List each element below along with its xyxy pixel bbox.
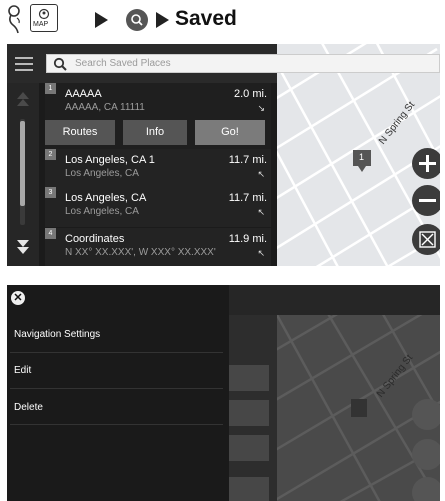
search-icon [53,57,67,71]
options-menu: ✕ Navigation Settings Edit Delete [7,285,229,501]
divider [10,352,223,353]
dimmed-button [229,365,269,391]
direction-arrow-icon: ↖ [257,207,265,217]
list-item[interactable]: 4 Coordinates N XX° XX.XXX', W XXX° XX.X… [45,228,271,266]
zoom-in-button [412,399,440,430]
list-item[interactable]: 3 Los Angeles, CA Los Angeles, CA 11.7 m… [45,187,271,227]
dimmed-top-bar [229,285,440,315]
scroll-down-icon[interactable] [16,238,30,256]
voice-command-icon [8,5,20,34]
options-menu-screen: N Spring St ✕ Navigation Settings Edit D… [7,285,440,501]
search-input[interactable]: Search Saved Places [46,54,440,73]
map-view[interactable]: N Spring St 1 [277,44,440,266]
expand-icon [419,231,436,248]
zoom-out-button [412,439,440,470]
dimmed-button [229,400,269,426]
map-pin-icon[interactable]: 1 [353,150,371,172]
map-pin-label: 1 [359,152,365,162]
dimmed-map: N Spring St [277,315,440,501]
zoom-in-button[interactable] [412,148,440,179]
go-button[interactable]: Go! [195,120,265,145]
breadcrumb: MAP Saved [0,0,445,44]
scrollbar-thumb[interactable] [20,121,25,206]
place-name: Los Angeles, CA 1 [65,154,155,166]
menu-icon[interactable] [7,44,39,83]
place-distance: 11.9 mi. [228,233,267,245]
place-distance: 11.7 mi. [228,192,267,204]
close-button[interactable]: ✕ [11,291,25,305]
divider [10,424,223,425]
place-address: AAAAA, CA 11111 [65,102,145,113]
place-address: Los Angeles, CA [65,168,139,179]
item-index: 2 [45,149,56,160]
saved-places-screen: N Spring St 1 Search Saved Places 1 AAAA… [7,44,440,266]
direction-arrow-icon: ↖ [257,248,265,258]
dimmed-button [229,477,269,501]
divider [10,388,223,389]
map-view-toggle-button [412,477,440,501]
place-name: Los Angeles, CA [65,192,147,204]
map-pin-icon [351,399,367,417]
item-index: 4 [45,228,56,239]
menu-item-edit[interactable]: Edit [14,365,222,376]
item-index: 1 [45,83,56,94]
map-button-icon: MAP [30,4,58,32]
place-address: Los Angeles, CA [65,206,139,217]
breadcrumb-arrow-icon [156,12,169,28]
place-name: AAAAA [65,88,102,100]
direction-arrow-icon: ↖ [257,169,265,179]
dimmed-background: N Spring St [229,285,440,501]
search-icon [126,9,148,31]
breadcrumb-arrow-icon [95,12,108,28]
place-distance: 11.7 mi. [228,154,267,166]
place-name: Coordinates [65,233,125,245]
list-item[interactable]: 2 Los Angeles, CA 1 Los Angeles, CA 11.7… [45,149,271,189]
scroll-column [7,83,39,266]
close-icon: ✕ [13,292,23,304]
info-button[interactable]: Info [123,120,187,145]
place-distance: 2.0 mi. [233,88,267,100]
item-index: 3 [45,187,56,198]
routes-button[interactable]: Routes [45,120,115,145]
place-address: N XX° XX.XXX', W XXX° XX.XXX' [65,247,216,258]
search-placeholder: Search Saved Places [75,58,171,69]
zoom-out-button[interactable] [412,185,440,216]
scroll-up-icon[interactable] [16,91,30,109]
menu-item-navigation-settings[interactable]: Navigation Settings [14,329,222,340]
map-view-toggle-button[interactable] [412,224,440,255]
direction-arrow-icon: ↘ [257,103,265,113]
menu-item-delete[interactable]: Delete [14,402,222,413]
page-title: Saved [175,7,237,30]
dimmed-button [229,435,269,461]
